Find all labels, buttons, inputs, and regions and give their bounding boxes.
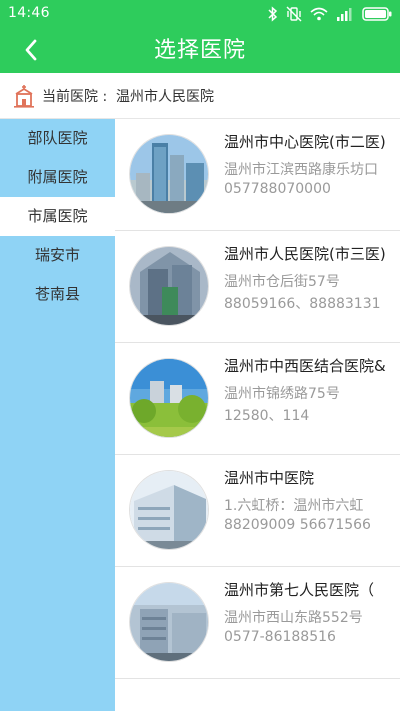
back-button[interactable] [14,32,48,68]
current-hospital-value: 温州市人民医院 [116,89,214,105]
hospital-name: 温州市中医院 [224,469,315,487]
signal-icon [337,8,352,21]
hospital-address: 温州市西山东路552号 [224,610,363,626]
status-icons [268,5,392,23]
hospital-phone: 12580、114 [224,408,310,424]
hospital-row[interactable]: 温州市中医院 1.六虹桥：温州市六虹 88209009 56671566 [115,455,400,567]
app-header: 选择医院 [0,28,400,73]
vibrate-icon [286,6,302,22]
hospital-row[interactable]: 温州市人民医院(市三医) 温州市仓后街57号 88059166、88883131 [115,231,400,343]
battery-icon [362,7,392,21]
status-time: 14:46 [8,5,50,21]
hospital-phone: 057788070000 [224,181,331,197]
hospital-phone: 88209009 56671566 [224,517,371,533]
hospital-phone: 88059166、88883131 [224,296,381,312]
sidebar-item-label: 附属医院 [27,168,88,186]
hospital-name: 温州市人民医院(市三医) [224,245,386,263]
sidebar-item-label: 市属医院 [27,207,88,225]
status-bar: 14:46 [0,0,400,28]
hospital-name: 温州市中心医院(市二医) [224,133,386,151]
hospital-name: 温州市中西医结合医院& [224,357,386,375]
chevron-left-icon [25,39,37,61]
hospital-photo [129,470,209,550]
bluetooth-icon [268,6,278,22]
page-title: 选择医院 [153,38,246,63]
hospital-photo [129,582,209,662]
hospital-list: 温州市中心医院(市二医) 温州市江滨西路康乐坊口 057788070000 温州… [115,119,400,711]
current-hospital-bar: 当前医院 : 温州市人民医院 [0,73,400,119]
sidebar-item-label: 苍南县 [34,285,80,303]
current-hospital-label: 当前医院 : [42,89,108,105]
sidebar-item-label: 部队医院 [27,129,88,147]
hospital-row[interactable]: 温州市第七人民医院（ 温州市西山东路552号 0577-86188516 [115,567,400,679]
hospital-photo [129,246,209,326]
sidebar-item-army[interactable]: 部队医院 [0,119,115,158]
hospital-address: 温州市仓后街57号 [224,274,340,290]
category-sidebar: 部队医院 附属医院 市属医院 瑞安市 苍南县 [0,119,115,711]
hospital-address: 1.六虹桥：温州市六虹 [224,498,364,514]
sidebar-item-label: 瑞安市 [34,246,80,264]
sidebar-item-affiliated[interactable]: 附属医院 [0,158,115,197]
wifi-icon [310,7,328,21]
hospital-photo [129,358,209,438]
sidebar-item-cangnan[interactable]: 苍南县 [0,275,115,314]
hospital-row[interactable]: 温州市中心医院(市二医) 温州市江滨西路康乐坊口 057788070000 [115,119,400,231]
hospital-phone: 0577-86188516 [224,629,336,645]
hospital-address: 温州市锦绣路75号 [224,386,340,402]
hospital-photo [129,134,209,214]
sidebar-item-ruian[interactable]: 瑞安市 [0,236,115,275]
hospital-row[interactable]: 温州市中西医结合医院& 温州市锦绣路75号 12580、114 [115,343,400,455]
hospital-address: 温州市江滨西路康乐坊口 [224,162,378,178]
hospital-building-icon [14,85,34,108]
sidebar-item-municipal[interactable]: 市属医院 [0,197,115,236]
hospital-name: 温州市第七人民医院（ [224,581,375,599]
